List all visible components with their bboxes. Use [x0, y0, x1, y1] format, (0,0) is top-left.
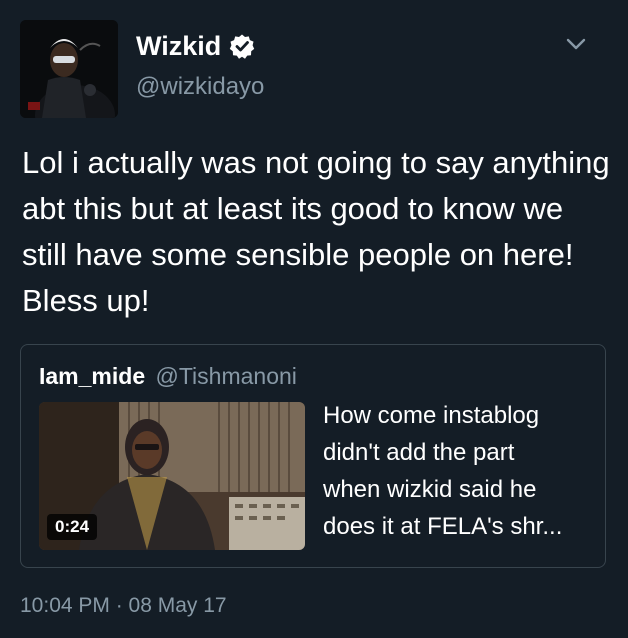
quoted-author-name: Iam_mide — [39, 363, 146, 389]
tweet-timestamp[interactable]: 10:04 PM · 08 May 17 — [20, 592, 227, 620]
author-display-name[interactable]: Wizkid — [136, 30, 221, 62]
quoted-tweet-card[interactable]: Iam_mide @Tishmanoni 0:24 How come insta… — [20, 344, 606, 568]
quoted-tweet-header: Iam_mide @Tishmanoni — [39, 361, 297, 391]
tweet: Wizkid @wizkidayo Lol i actually was not… — [0, 0, 628, 638]
chevron-down-icon[interactable] — [564, 36, 588, 52]
quoted-text-line: didn't add the part — [323, 439, 515, 466]
quoted-author-handle: @Tishmanoni — [155, 363, 297, 389]
quoted-text-line: does it at FELA's shr... — [323, 513, 563, 540]
quoted-text-line: How come instablog — [323, 402, 540, 429]
quoted-text-line: when wizkid said he — [323, 476, 537, 503]
tweet-text: Lol i actually was not going to say anyt… — [22, 145, 610, 318]
verified-badge-icon — [230, 34, 255, 59]
avatar[interactable] — [20, 20, 118, 118]
avatar-image — [20, 20, 118, 118]
author-handle[interactable]: @wizkidayo — [136, 72, 264, 102]
video-thumbnail[interactable]: 0:24 — [39, 402, 305, 550]
author-name-row[interactable]: Wizkid — [136, 30, 255, 62]
quoted-tweet-text: How come instablog didn't add the part w… — [323, 397, 593, 545]
video-duration-badge: 0:24 — [47, 514, 98, 540]
